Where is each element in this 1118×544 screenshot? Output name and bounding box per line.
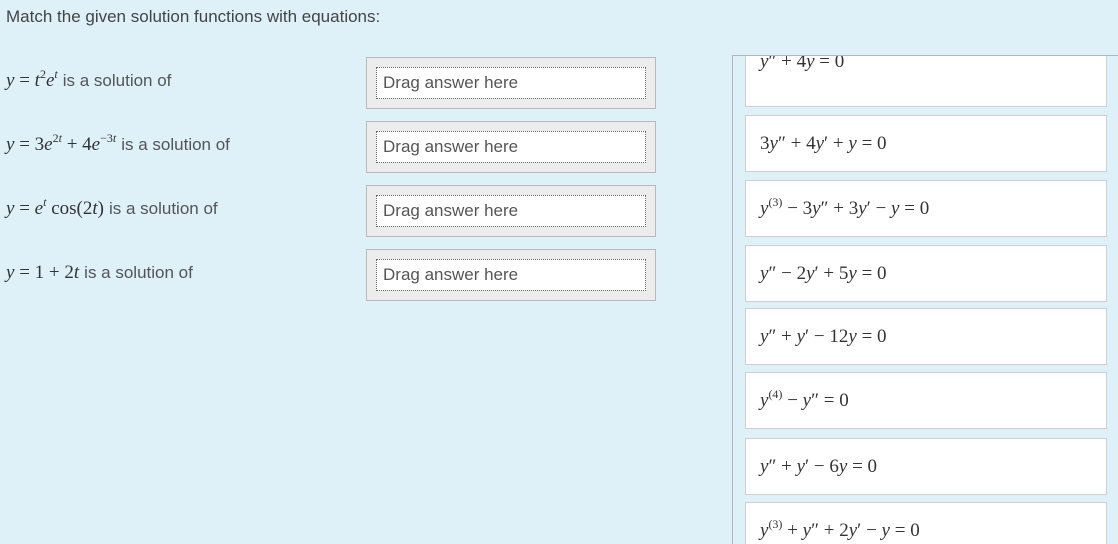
row-1-suffix: is a solution of <box>62 71 172 90</box>
row-2-label: y = 3e2t + 4e−3t is a solution of <box>6 131 230 156</box>
row-2-suffix: is a solution of <box>121 135 230 154</box>
choice-2[interactable]: 3y″ + 4y′ + y = 0 <box>745 115 1107 172</box>
choice-8[interactable]: y(3) + y″ + 2y′ − y = 0 <box>745 502 1107 544</box>
choice-1[interactable]: y″ + 4y = 0 <box>745 56 1107 107</box>
choice-3[interactable]: y(3) − 3y″ + 3y′ − y = 0 <box>745 180 1107 237</box>
question-prompt: Match the given solution functions with … <box>6 7 381 26</box>
choice-6[interactable]: y(4) − y″ = 0 <box>745 372 1107 429</box>
row-1-function: y = t2et <box>6 67 58 91</box>
answer-pool: y″ + 4y = 0 3y″ + 4y′ + y = 0 y(3) − 3y″… <box>732 55 1118 544</box>
row-4-suffix: is a solution of <box>84 263 193 282</box>
row-4-label: y = 1 + 2t is a solution of <box>6 262 193 284</box>
drop-zone-2: Drag answer here <box>366 121 656 173</box>
drop-target-4[interactable]: Drag answer here <box>376 259 646 291</box>
choice-7[interactable]: y″ + y′ − 6y = 0 <box>745 438 1107 495</box>
row-4-function: y = 1 + 2t <box>6 262 80 283</box>
drop-zone-3: Drag answer here <box>366 185 656 237</box>
row-3-suffix: is a solution of <box>108 199 218 218</box>
drop-zone-4: Drag answer here <box>366 249 656 301</box>
row-2-function: y = 3e2t + 4e−3t <box>6 131 117 155</box>
row-3-label: y = et cos(2t) is a solution of <box>6 195 218 220</box>
drop-target-2[interactable]: Drag answer here <box>376 131 646 163</box>
row-3-function: y = et cos(2t) <box>6 195 104 219</box>
drop-zone-1: Drag answer here <box>366 57 656 109</box>
drop-target-3[interactable]: Drag answer here <box>376 195 646 227</box>
choice-4[interactable]: y″ − 2y′ + 5y = 0 <box>745 245 1107 302</box>
choice-5[interactable]: y″ + y′ − 12y = 0 <box>745 308 1107 365</box>
drop-target-1[interactable]: Drag answer here <box>376 67 646 99</box>
row-1-label: y = t2et is a solution of <box>6 67 172 92</box>
